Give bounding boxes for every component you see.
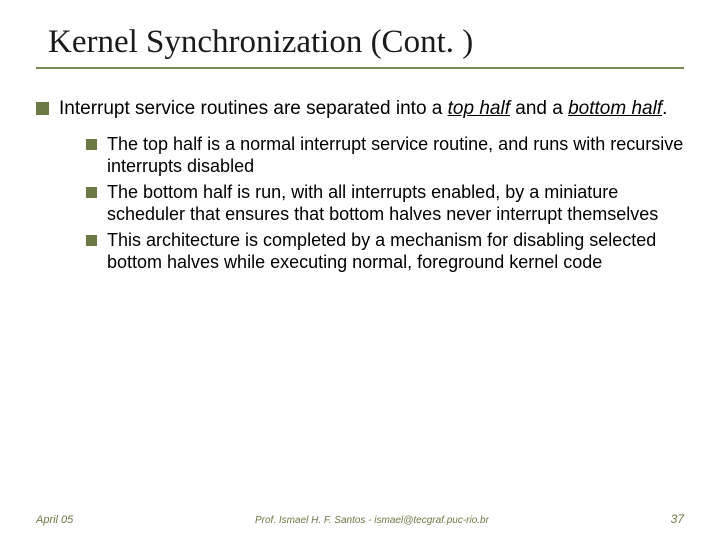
- title-underline: [36, 67, 684, 69]
- slide-title: Kernel Synchronization (Cont. ): [48, 24, 684, 61]
- square-bullet-icon: [86, 187, 97, 198]
- text-fragment: and a: [510, 98, 568, 119]
- text-fragment: .: [662, 98, 667, 119]
- footer-page-number: 37: [671, 512, 684, 526]
- emphasis-bottom-half: bottom half: [568, 98, 662, 119]
- main-bullet-text: Interrupt service routines are separated…: [59, 97, 667, 120]
- list-item-text: The top half is a normal interrupt servi…: [107, 134, 684, 178]
- square-bullet-icon: [86, 139, 97, 150]
- footer-date: April 05: [36, 514, 73, 526]
- list-item-text: This architecture is completed by a mech…: [107, 230, 684, 274]
- main-bullet: Interrupt service routines are separated…: [36, 97, 684, 120]
- list-item: The top half is a normal interrupt servi…: [86, 134, 684, 178]
- list-item: The bottom half is run, with all interru…: [86, 182, 684, 226]
- square-bullet-icon: [86, 235, 97, 246]
- text-fragment: Interrupt service routines are separated…: [59, 98, 448, 119]
- footer-author: Prof. Ismael H. F. Santos - ismael@tecgr…: [73, 515, 670, 526]
- sub-bullet-list: The top half is a normal interrupt servi…: [86, 134, 684, 274]
- square-bullet-icon: [36, 102, 49, 115]
- list-item: This architecture is completed by a mech…: [86, 230, 684, 274]
- footer: April 05 Prof. Ismael H. F. Santos - ism…: [0, 512, 720, 526]
- list-item-text: The bottom half is run, with all interru…: [107, 182, 684, 226]
- emphasis-top-half: top half: [448, 98, 510, 119]
- content-area: Interrupt service routines are separated…: [36, 97, 684, 274]
- slide: Kernel Synchronization (Cont. ) Interrup…: [0, 0, 720, 540]
